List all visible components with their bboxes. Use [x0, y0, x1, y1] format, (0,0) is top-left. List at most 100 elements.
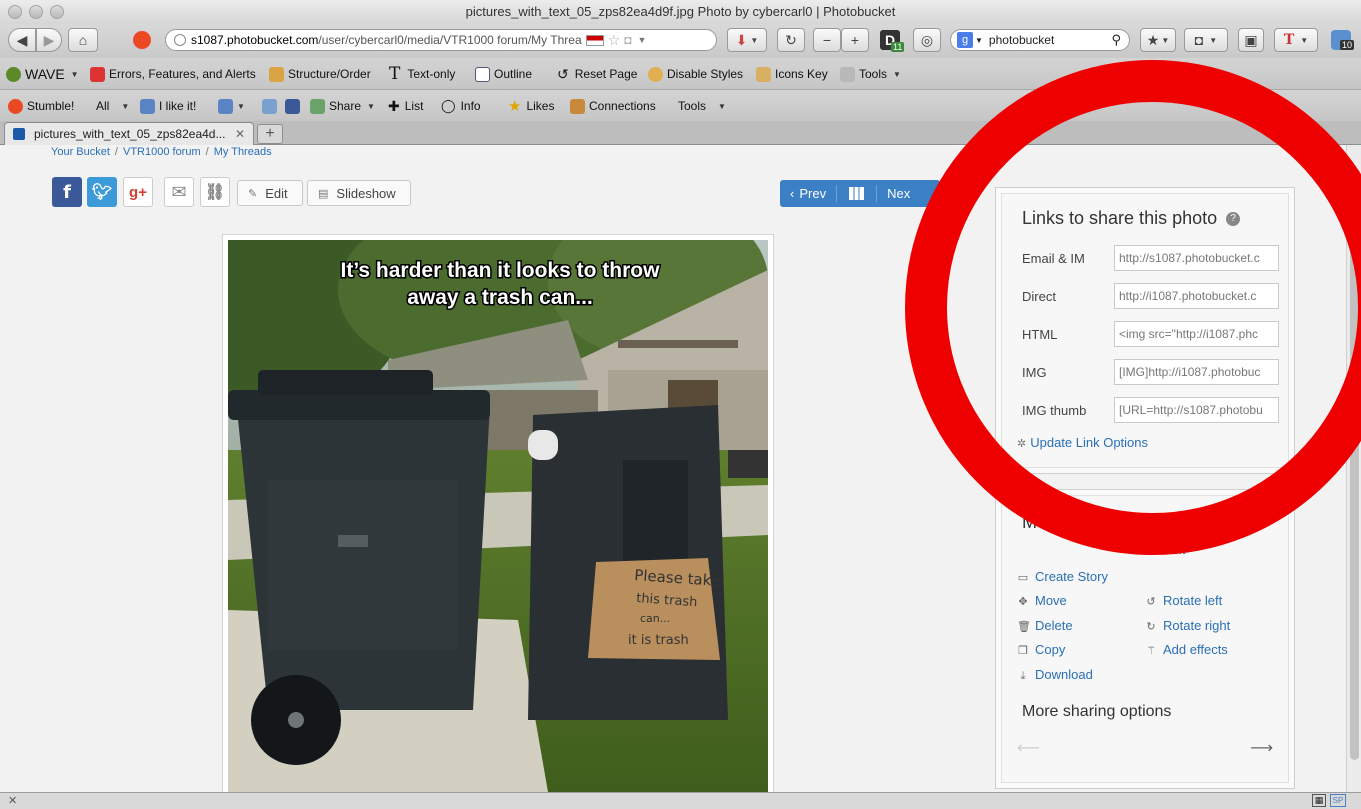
zoom-window-button[interactable]	[50, 5, 64, 19]
home-button[interactable]: ⌂	[68, 28, 98, 52]
email-share-button[interactable]: ✉	[164, 177, 194, 207]
address-bar[interactable]: s1087.photobucket.com/user/cybercarl0/me…	[165, 29, 717, 51]
text-only-button[interactable]: T Text-only	[389, 64, 455, 84]
edit-button[interactable]: ✎ Edit	[237, 180, 303, 206]
prev-button[interactable]: ‹ Prev	[780, 185, 838, 202]
close-addon-bar-icon[interactable]: ✕	[8, 794, 17, 807]
disable-styles-button[interactable]: Disable Styles	[648, 65, 743, 83]
pocket-save-button[interactable]: ◘ ▼	[1184, 28, 1228, 52]
facebook-share-button[interactable]: f	[52, 177, 82, 207]
move-link[interactable]: ✥ Move	[1017, 593, 1066, 608]
window-layout-button[interactable]: ▣	[1238, 28, 1264, 52]
flag-icon	[585, 34, 604, 46]
direct-link-field[interactable]: http://i1087.photobucket.c	[1114, 283, 1279, 309]
text-only-icon: T	[389, 64, 401, 84]
text-t-icon: T	[1283, 32, 1295, 48]
vertical-scrollbar[interactable]	[1346, 145, 1361, 792]
create-story-link[interactable]: ▭ Create Story	[1017, 569, 1108, 584]
layout-status-icon[interactable]: ▦	[1312, 794, 1326, 807]
forward-button[interactable]: ▶	[36, 28, 62, 52]
slideshow-button[interactable]: ▤ Slideshow	[307, 180, 411, 206]
tab-photobucket[interactable]: pictures_with_text_05_zps82ea4d... ✕	[4, 122, 254, 145]
rotate-left-icon: ↺	[1146, 596, 1156, 608]
arrow-left-icon[interactable]: ⟵	[1017, 738, 1040, 758]
wave-menu[interactable]: WAVE ▼	[6, 65, 79, 83]
inspect-button[interactable]: ◎	[913, 28, 941, 52]
twitter-share-button[interactable]: 🐦︎	[87, 177, 117, 207]
share-icon	[310, 98, 325, 114]
reload-button[interactable]: ↻	[777, 28, 805, 52]
dislike-dropdown[interactable]: ▼	[218, 97, 245, 115]
icons-key-button[interactable]: Icons Key	[756, 65, 828, 83]
breadcrumb-my-threads[interactable]: My Threads	[214, 146, 272, 158]
delete-link[interactable]: 🗑︎ Delete	[1017, 618, 1073, 633]
direct-label: Direct	[1022, 289, 1056, 304]
help-icon[interactable]: ?	[1226, 212, 1241, 227]
text-tool-button[interactable]: T ▼	[1274, 28, 1318, 52]
download-link[interactable]: ⤓ Download	[1017, 667, 1093, 683]
key-icon	[756, 66, 771, 82]
edit-media-link[interactable]: ✎ Edit	[1145, 542, 1185, 557]
sp-status-icon[interactable]: SP	[1330, 794, 1346, 807]
photo-caption-line-2: away a trash can...	[407, 286, 593, 309]
search-bar[interactable]: g ▼ photobucket ⚲	[950, 29, 1130, 51]
breadcrumb-vtr1000-forum[interactable]: VTR1000 forum	[123, 146, 201, 158]
bookmarks-button[interactable]: ★ ▼	[1140, 28, 1176, 52]
globe-icon	[174, 34, 186, 46]
new-tab-button[interactable]: +	[257, 124, 283, 144]
search-icon[interactable]: ⚲	[1111, 32, 1121, 48]
rotate-right-link[interactable]: ↻ Rotate right	[1145, 618, 1230, 633]
img-link-field[interactable]: [IMG]http://i1087.photobuc	[1114, 359, 1279, 385]
copy-link[interactable]: ❐ Copy	[1017, 642, 1065, 657]
d-extension-button[interactable]: D 11	[877, 28, 905, 52]
download-button[interactable]: ⬇ ▼	[727, 28, 767, 52]
trash-icon: 🗑︎	[1017, 621, 1031, 633]
get-link-button[interactable]: ⛓	[200, 177, 230, 207]
zoom-in-button[interactable]: +	[841, 28, 869, 52]
tag-button[interactable]	[262, 97, 281, 115]
connections-button[interactable]: Connections	[570, 97, 656, 115]
extension-button[interactable]: 10	[1326, 28, 1356, 52]
add-effects-link[interactable]: ⚚ Add effects	[1145, 642, 1228, 657]
googleplus-share-button[interactable]: g+	[123, 177, 153, 207]
back-button[interactable]: ◀	[8, 28, 36, 52]
facebook-share-button[interactable]	[285, 97, 304, 115]
likes-button[interactable]: ★ Likes	[508, 97, 554, 115]
stumbleupon-button[interactable]	[128, 28, 156, 52]
rotate-left-link[interactable]: ↺ Rotate left	[1145, 593, 1222, 608]
scrollbar-thumb[interactable]	[1350, 195, 1359, 760]
info-button[interactable]: ◯ Info	[441, 97, 481, 115]
all-dropdown[interactable]: All ▼	[96, 97, 129, 115]
share-menu[interactable]: Share ▼	[310, 97, 375, 115]
update-link-options[interactable]: ✲ Update Link Options	[1017, 435, 1148, 450]
zoom-out-button[interactable]: −	[813, 28, 841, 52]
google-icon: g	[957, 32, 973, 48]
grid-view-button[interactable]	[837, 185, 878, 202]
photo-image[interactable]: Please take this trash can... it is tras…	[228, 240, 768, 792]
list-button[interactable]: ✚ List	[388, 97, 423, 115]
bookmark-star-icon[interactable]: ☆	[608, 32, 621, 49]
email-im-link-field[interactable]: http://s1087.photobucket.c	[1114, 245, 1279, 271]
i-like-it-button[interactable]: I like it!	[140, 97, 196, 115]
pocket-icon[interactable]: ◘	[624, 33, 631, 47]
stumble-button[interactable]: Stumble!	[8, 97, 74, 115]
more-sharing-title: More sharing options	[1022, 703, 1172, 720]
html-link-field[interactable]: <img src="http://i1087.phc	[1114, 321, 1279, 347]
outline-button[interactable]: Outline	[475, 65, 532, 83]
download-icon: ⬇	[735, 31, 748, 48]
next-button[interactable]: Nex	[877, 186, 920, 201]
reload-icon: ↻	[785, 31, 797, 48]
reset-page-button[interactable]: ↺ Reset Page	[557, 65, 637, 83]
minimize-window-button[interactable]	[29, 5, 43, 19]
structure-order-button[interactable]: Structure/Order	[269, 65, 371, 83]
img-thumb-link-field[interactable]: [URL=http://s1087.photobu	[1114, 397, 1279, 423]
breadcrumb-your-bucket[interactable]: Your Bucket	[51, 146, 110, 158]
errors-features-alerts-button[interactable]: Errors, Features, and Alerts	[90, 65, 256, 83]
close-window-button[interactable]	[8, 5, 22, 19]
tab-close-icon[interactable]: ✕	[235, 127, 245, 141]
wave-tools-menu[interactable]: Tools ▼	[840, 65, 901, 83]
stumble-tools-menu[interactable]: Tools ▼	[678, 97, 726, 115]
arrow-right-icon[interactable]: ⟶	[1250, 738, 1273, 758]
url-dropdown-icon[interactable]: ▼	[637, 35, 646, 45]
search-input[interactable]: photobucket	[989, 33, 1054, 47]
